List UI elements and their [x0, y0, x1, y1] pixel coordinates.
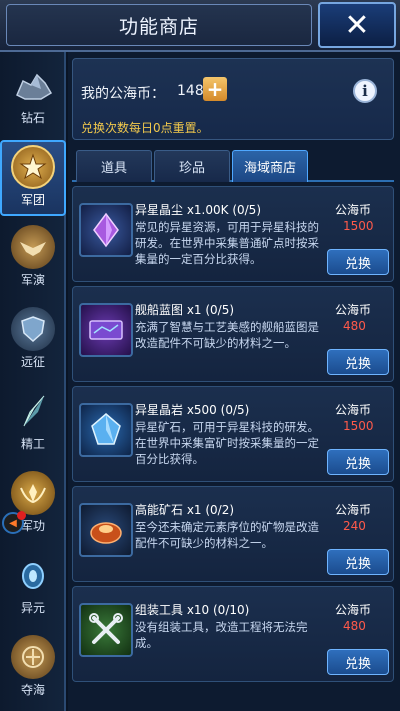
shield-emblem-icon — [11, 307, 55, 351]
add-currency-button[interactable]: + — [203, 77, 227, 101]
sidebar-item-label: 钻石 — [20, 111, 45, 125]
shop-item-card: 舰船蓝图 x1 (0/5) 充满了智慧与工艺美感的舰船蓝图是改造配件不可缺少的材… — [72, 286, 394, 382]
tab-treasures[interactable]: 珍品 — [154, 150, 230, 182]
sidebar-item-precision[interactable]: 精工 — [0, 382, 66, 458]
currency-type-label: 公海币 — [335, 603, 372, 617]
currency-type-label: 公海币 — [335, 403, 372, 417]
exchange-button[interactable]: 兑换 — [327, 649, 389, 675]
tab-sea-shop[interactable]: 海域商店 — [232, 150, 308, 182]
sidebar-item-label: 精工 — [20, 437, 45, 451]
legion-star-badge-icon — [11, 145, 55, 189]
shop-item-card: 组装工具 x10 (0/10) 没有组装工具，改造工程将无法完成。 公海币 48… — [72, 586, 394, 682]
exchange-button[interactable]: 兑换 — [327, 549, 389, 575]
sidebar-item-label: 远征 — [20, 355, 45, 369]
purple-crystal-dust-icon — [79, 203, 133, 257]
sidebar-item-label: 异元 — [20, 601, 45, 615]
sidebar-item-sea-conquest[interactable]: 夺海 — [0, 628, 66, 704]
ship-blueprint-icon — [79, 303, 133, 357]
exchange-button[interactable]: 兑换 — [327, 449, 389, 475]
item-price: 1500 — [343, 219, 374, 233]
close-icon: ✕ — [344, 7, 370, 43]
sidebar-item-label: 军功 — [20, 519, 45, 533]
item-price: 1500 — [343, 419, 374, 433]
shop-main-panel: 我的公海币： 148 + i 兑换次数每日0点重置。 道具 珍品 海域商店 异星… — [68, 52, 400, 711]
category-sidebar: 钻石 军团 军演 远征 精工 军功 异元 夺海 — [0, 52, 66, 711]
tab-props[interactable]: 道具 — [76, 150, 152, 182]
plus-icon: + — [206, 77, 224, 101]
sidebar-item-other-dimension[interactable]: 异元 — [0, 546, 66, 622]
sea-emblem-icon — [11, 635, 55, 679]
diamond-ore-icon — [11, 63, 55, 107]
item-name: 组装工具 x10 (0/10) — [135, 603, 250, 617]
sidebar-item-diamond[interactable]: 钻石 — [0, 56, 66, 132]
currency-type-label: 公海币 — [335, 203, 372, 217]
item-description: 异星矿石，可用于异星科技的研发。在世界中采集富矿时按采集量的一定百分比获得。 — [135, 420, 319, 466]
shop-item-card: 异星晶尘 x1.00K (0/5) 常见的异星资源，可用于异星科技的研发。在世界… — [72, 186, 394, 282]
dimension-portal-icon — [11, 553, 55, 597]
currency-type-label: 公海币 — [335, 303, 372, 317]
item-name: 高能矿石 x1 (0/2) — [135, 503, 235, 517]
item-price: 480 — [343, 619, 366, 633]
item-description: 常见的异星资源，可用于异星科技的研发。在世界中采集普通矿点时按采集量的一定百分比… — [135, 220, 319, 266]
sidebar-item-expedition[interactable]: 远征 — [0, 300, 66, 376]
sidebar-item-legion[interactable]: 军团 — [0, 140, 66, 216]
speaker-icon: ◀ — [9, 517, 17, 529]
info-icon[interactable]: i — [353, 79, 377, 103]
shop-item-card: 高能矿石 x1 (0/2) 至今还未确定元素序位的矿物是改造配件不可缺少的材料之… — [72, 486, 394, 582]
item-description: 充满了智慧与工艺美感的舰船蓝图是改造配件不可缺少的材料之一。 — [135, 320, 319, 350]
page-title: 功能商店 — [118, 15, 199, 38]
sidebar-item-military-drill[interactable]: 军演 — [0, 218, 66, 294]
notification-bubble[interactable]: ◀ — [2, 511, 26, 534]
sidebar-item-label: 军演 — [20, 273, 45, 287]
item-price: 240 — [343, 519, 366, 533]
crystal-shard-icon — [11, 389, 55, 433]
reset-notice: 兑换次数每日0点重置。 — [81, 121, 209, 135]
currency-panel: 我的公海币： 148 + i 兑换次数每日0点重置。 — [72, 58, 394, 140]
high-energy-ore-icon — [79, 503, 133, 557]
item-description: 没有组装工具，改造工程将无法完成。 — [135, 620, 308, 650]
currency-type-label: 公海币 — [335, 503, 372, 517]
shop-tabs: 道具 珍品 海域商店 — [72, 148, 394, 182]
currency-amount: 148 — [177, 83, 204, 99]
currency-label: 我的公海币： — [81, 86, 165, 102]
eagle-emblem-icon — [11, 225, 55, 269]
item-list: 异星晶尘 x1.00K (0/5) 常见的异星资源，可用于异星科技的研发。在世界… — [72, 186, 394, 711]
item-description: 至今还未确定元素序位的矿物是改造配件不可缺少的材料之一。 — [135, 520, 319, 550]
blue-crystal-rock-icon — [79, 403, 133, 457]
laurel-medal-icon — [11, 471, 55, 515]
sidebar-item-label: 夺海 — [20, 683, 45, 697]
assembly-tools-icon — [79, 603, 133, 657]
item-name: 异星晶岩 x500 (0/5) — [135, 403, 250, 417]
shop-item-card: 异星晶岩 x500 (0/5) 异星矿石，可用于异星科技的研发。在世界中采集富矿… — [72, 386, 394, 482]
sidebar-item-label: 军团 — [20, 193, 45, 207]
item-price: 480 — [343, 319, 366, 333]
item-name: 异星晶尘 x1.00K (0/5) — [135, 203, 261, 217]
exchange-button[interactable]: 兑换 — [327, 349, 389, 375]
exchange-button[interactable]: 兑换 — [327, 249, 389, 275]
header-bar: 功能商店 ✕ — [0, 0, 400, 52]
header-title-frame: 功能商店 — [6, 4, 312, 46]
close-button[interactable]: ✕ — [318, 2, 396, 48]
item-name: 舰船蓝图 x1 (0/5) — [135, 303, 235, 317]
